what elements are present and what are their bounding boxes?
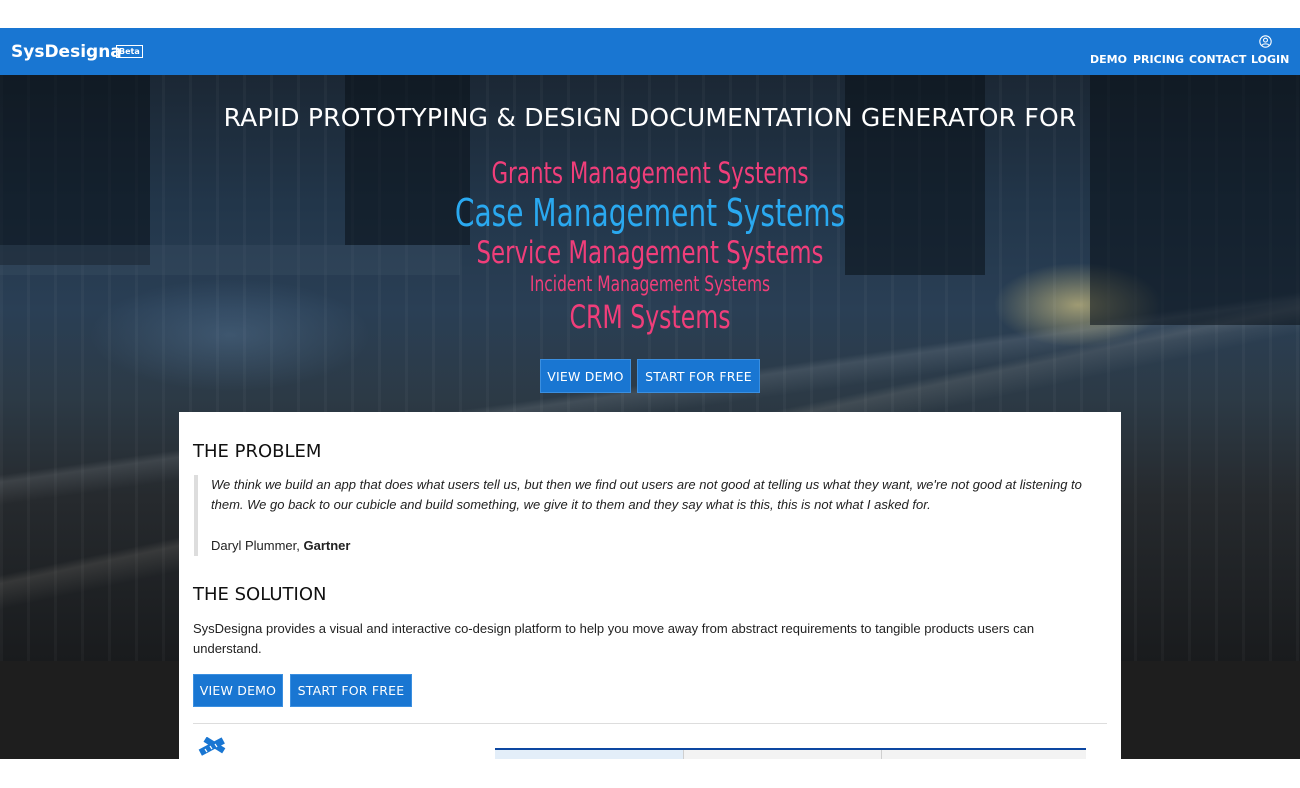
- solution-text: SysDesigna provides a visual and interac…: [193, 621, 1035, 656]
- page-bottom-edge: [0, 759, 1300, 788]
- pencil-ruler-icon: [198, 737, 226, 756]
- problem-heading: THE PROBLEM: [193, 441, 322, 462]
- nav-login-link[interactable]: LOGIN: [1251, 53, 1289, 66]
- hero-view-demo-button[interactable]: VIEW DEMO: [540, 359, 631, 393]
- quote-attribution: Daryl Plummer, Gartner: [211, 538, 350, 553]
- account-circle-icon[interactable]: [1259, 35, 1272, 48]
- preview-column: [683, 750, 882, 759]
- nav-demo-link[interactable]: DEMO: [1090, 53, 1127, 66]
- content-card: THE PROBLEM We think we build an app tha…: [179, 412, 1121, 759]
- hero-system-case: Case Management Systems: [454, 191, 846, 235]
- hero-system-crm: CRM Systems: [569, 298, 731, 336]
- beta-badge: Beta: [116, 45, 143, 58]
- quote-author: Daryl Plummer,: [211, 538, 300, 553]
- app-preview-screenshot: [495, 748, 1086, 759]
- solution-start-free-button[interactable]: START FOR FREE: [290, 674, 412, 707]
- nav-pricing-link[interactable]: PRICING: [1133, 53, 1184, 66]
- solution-view-demo-button[interactable]: VIEW DEMO: [193, 674, 283, 707]
- hero-start-free-button[interactable]: START FOR FREE: [637, 359, 760, 393]
- nav-contact-link[interactable]: CONTACT: [1189, 53, 1246, 66]
- quote-organization: Gartner: [303, 538, 351, 553]
- brand-logo[interactable]: SysDesigna: [11, 42, 122, 62]
- preview-column: [881, 750, 1084, 759]
- hero-system-grants: Grants Management Systems: [491, 156, 809, 190]
- hero-system-service: Service Management Systems: [476, 235, 824, 271]
- section-divider: [193, 723, 1107, 724]
- solution-heading: THE SOLUTION: [193, 584, 327, 605]
- top-navbar: SysDesigna Beta DEMO PRICING CONTACT LOG…: [0, 28, 1300, 75]
- hero-title: RAPID PROTOTYPING & DESIGN DOCUMENTATION…: [223, 103, 1077, 132]
- blockquote-border: [194, 475, 198, 556]
- preview-column: [495, 750, 684, 759]
- problem-quote: We think we build an app that does what …: [211, 477, 1082, 512]
- hero-system-incident: Incident Management Systems: [529, 272, 771, 296]
